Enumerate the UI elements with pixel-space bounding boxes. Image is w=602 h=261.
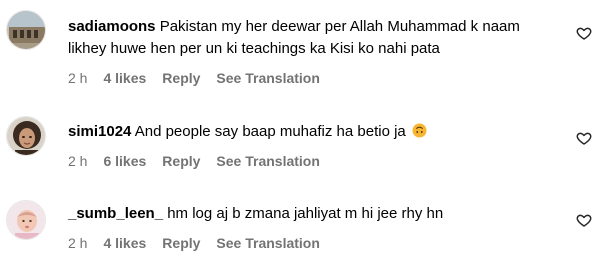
avatar[interactable] [6, 116, 46, 156]
comment-item: sadiamoons Pakistan my her deewar per Al… [0, 0, 602, 92]
comment-likes[interactable]: 4 likes [103, 235, 146, 251]
comment-username[interactable]: simi1024 [68, 123, 131, 140]
see-translation-button[interactable]: See Translation [216, 153, 319, 169]
reply-button[interactable]: Reply [162, 235, 200, 251]
comment-timestamp[interactable]: 2 h [68, 70, 87, 86]
comment-meta: 2 h 6 likes Reply See Translation [68, 153, 320, 169]
comment-timestamp[interactable]: 2 h [68, 153, 87, 169]
comment-meta: 2 h 4 likes Reply See Translation [68, 235, 320, 251]
reply-button[interactable]: Reply [162, 153, 200, 169]
comment-body: And people say baap muhafiz ha betio ja [134, 123, 406, 140]
comment-text: simi1024 And people say baap muhafiz ha … [68, 121, 558, 143]
comment-body: hm log aj b zmana jahliyat m hi jee rhy … [167, 205, 444, 222]
comment-likes[interactable]: 6 likes [103, 153, 146, 169]
comment-username[interactable]: sadiamoons [68, 18, 156, 35]
like-heart-icon[interactable] [576, 130, 592, 146]
comment-text: sadiamoons Pakistan my her deewar per Al… [68, 16, 558, 60]
profile-photo-woman-icon [7, 117, 45, 155]
reply-button[interactable]: Reply [162, 70, 200, 86]
comment-likes[interactable]: 4 likes [103, 70, 146, 86]
profile-photo-building-icon [7, 11, 45, 49]
comment-meta: 2 h 4 likes Reply See Translation [68, 70, 320, 86]
upside-down-face-emoji-icon [412, 123, 427, 138]
see-translation-button[interactable]: See Translation [216, 235, 319, 251]
comment-item: simi1024 And people say baap muhafiz ha … [0, 92, 602, 176]
like-heart-icon[interactable] [576, 212, 592, 228]
avatar[interactable] [6, 10, 46, 50]
comment-timestamp[interactable]: 2 h [68, 235, 87, 251]
comment-username[interactable]: _sumb_leen_ [68, 205, 163, 222]
see-translation-button[interactable]: See Translation [216, 70, 319, 86]
comment-item: _sumb_leen_ hm log aj b zmana jahliyat m… [0, 176, 602, 261]
like-heart-icon[interactable] [576, 25, 592, 41]
comment-text: _sumb_leen_ hm log aj b zmana jahliyat m… [68, 203, 558, 225]
profile-photo-baby-icon [7, 201, 45, 239]
avatar[interactable] [6, 200, 46, 240]
